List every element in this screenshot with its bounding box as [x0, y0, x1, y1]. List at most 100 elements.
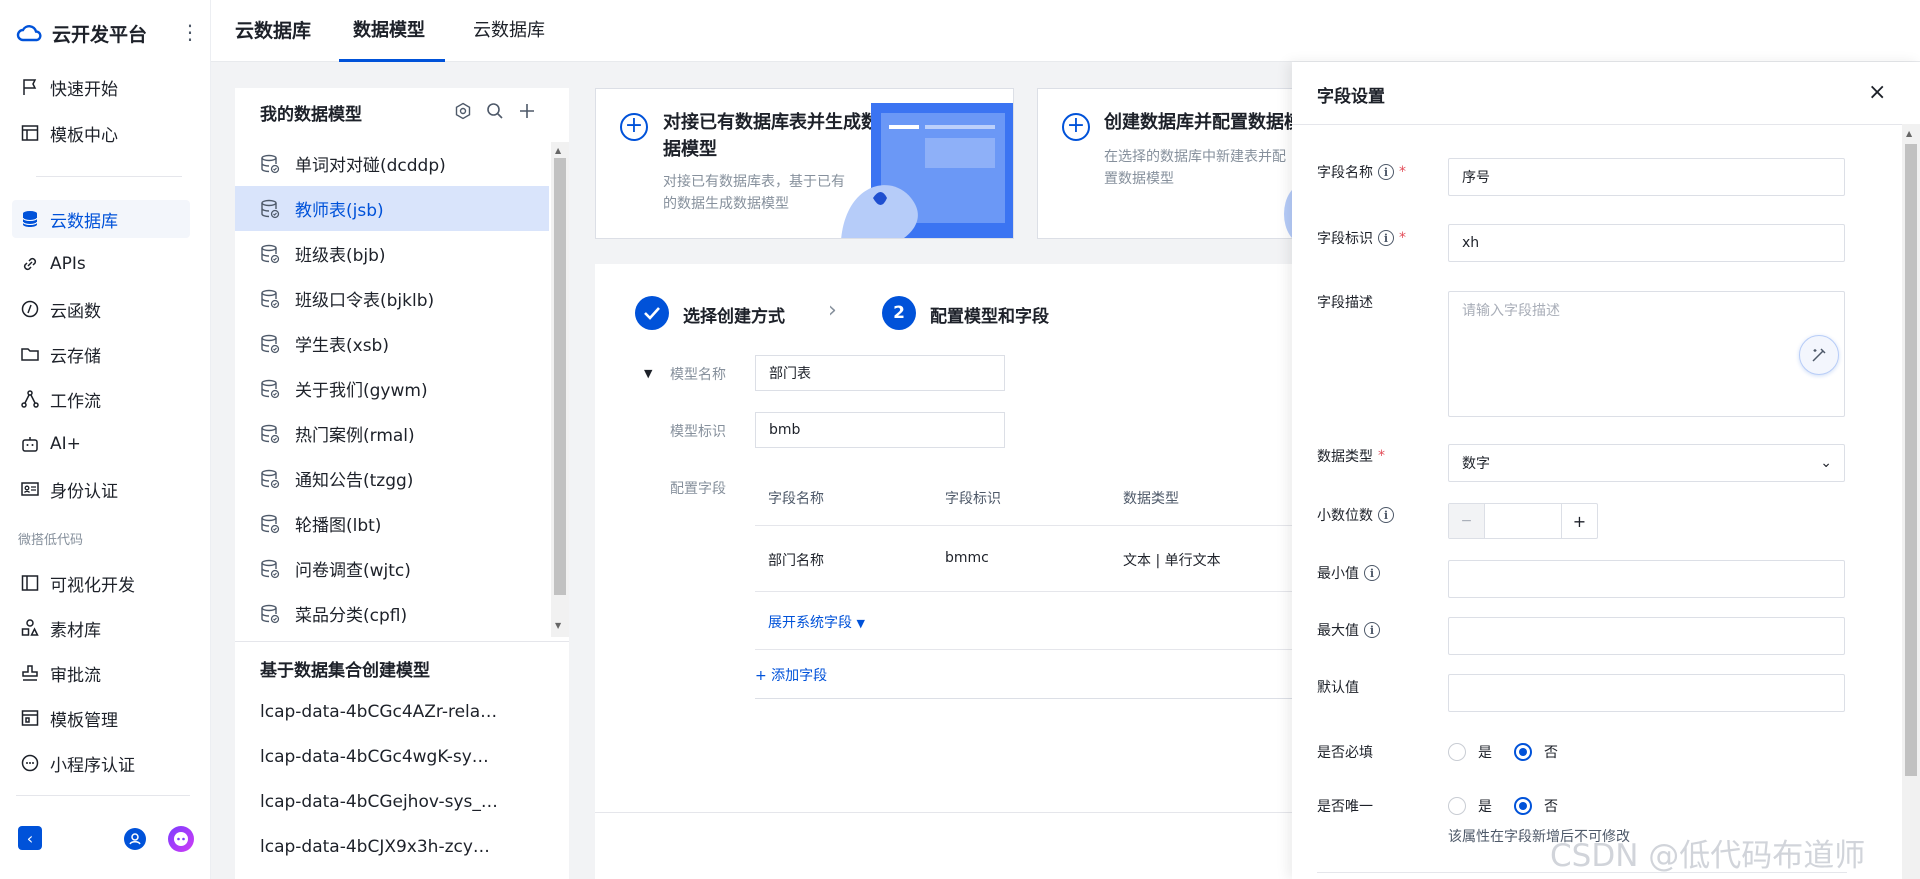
collection-item[interactable]: lcap-data-4bCGc4wgK-sy… — [260, 747, 489, 767]
model-list-item[interactable]: 教师表(jsb) — [235, 186, 549, 231]
default-input[interactable] — [1448, 674, 1845, 712]
step-2-label: 配置模型和字段 — [930, 307, 1049, 327]
sidebar-item-assets[interactable]: 素材库 — [12, 609, 190, 647]
model-list-item[interactable]: 学生表(xsb) — [235, 321, 549, 366]
caret-down-icon: ▼ — [856, 617, 865, 630]
sidebar-item-label: 审批流 — [50, 665, 101, 686]
tab-data-model[interactable]: 数据模型 — [353, 0, 425, 62]
scroll-down-icon[interactable]: ▼ — [555, 621, 561, 630]
sidebar-item-apis[interactable]: APIs — [12, 245, 190, 283]
scroll-thumb[interactable] — [1905, 144, 1917, 776]
model-list-item[interactable]: 轮播图(lbt) — [235, 501, 549, 546]
info-icon: i — [1364, 565, 1380, 581]
card-connect-existing[interactable]: + 对接已有数据库表并生成数 据模型 对接已有数据库表，基于已有 的数据生成数据模型 — [595, 88, 1014, 239]
add-model-icon[interactable] — [518, 102, 536, 124]
model-list-item[interactable]: 单词对对碰(dcddp) — [235, 141, 549, 186]
scroll-up-icon[interactable]: ▲ — [1906, 129, 1912, 138]
model-name-input[interactable]: 部门表 — [755, 355, 1005, 391]
decimals-plus-button[interactable]: + — [1561, 504, 1597, 538]
sidebar-item-ai[interactable]: AI+ — [12, 425, 190, 463]
settings-icon[interactable] — [454, 102, 472, 124]
fields-table-header: 字段名称 字段标识 数据类型 — [755, 464, 1295, 526]
sidebar-item-functions[interactable]: 云函数 — [12, 290, 190, 328]
decimals-input[interactable] — [1485, 504, 1561, 538]
unique-label: 是否唯一 — [1317, 799, 1373, 815]
data-model-icon — [259, 423, 281, 445]
info-icon: i — [1378, 230, 1394, 246]
max-input[interactable] — [1448, 617, 1845, 655]
card-create-database[interactable]: + 创建数据库并配置数据模 在选择的数据库中新建表并配 置数据模型 — [1037, 88, 1297, 239]
model-name-label: 模型名称 — [670, 367, 726, 383]
caret-down-icon[interactable]: ▼ — [644, 367, 652, 380]
sidebar-item-template-manage[interactable]: 模板管理 — [12, 699, 190, 737]
function-icon — [21, 300, 39, 318]
model-list-item[interactable]: 通知公告(tzgg) — [235, 456, 549, 501]
model-list-item[interactable]: 菜品分类(cpfl) — [235, 591, 549, 636]
sidebar-item-workflow[interactable]: 工作流 — [12, 380, 190, 418]
field-desc-textarea[interactable]: 请输入字段描述 — [1448, 291, 1845, 417]
template-manage-icon — [21, 710, 39, 726]
model-list-item[interactable]: 班级表(bjb) — [235, 231, 549, 276]
sidebar-item-label: 小程序认证 — [50, 755, 135, 776]
card-title: 创建数据库并配置数据模 — [1104, 112, 1297, 133]
expand-system-fields-link[interactable]: 展开系统字段 ▼ — [768, 612, 865, 632]
decimals-stepper[interactable]: − + — [1448, 503, 1598, 539]
assistant-icon[interactable] — [168, 826, 194, 852]
active-tab-indicator — [339, 59, 445, 62]
collection-item[interactable]: lcap-data-4bCGc4AZr-rela… — [260, 702, 497, 722]
model-list-item[interactable]: 班级口令表(bjklb) — [235, 276, 549, 321]
unique-no-radio[interactable]: 否 — [1514, 796, 1558, 816]
unique-yes-radio[interactable]: 是 — [1448, 796, 1492, 816]
more-vertical-icon[interactable]: ⋮ — [180, 20, 200, 44]
min-input[interactable] — [1448, 560, 1845, 598]
required-no-radio[interactable]: 否 — [1514, 742, 1558, 762]
data-model-icon — [259, 153, 281, 175]
scroll-up-icon[interactable]: ▲ — [555, 146, 561, 155]
data-model-icon — [259, 558, 281, 580]
sidebar-item-database[interactable]: 云数据库 — [12, 200, 190, 238]
sidebar-item-storage[interactable]: 云存储 — [12, 335, 190, 373]
ai-generate-button[interactable] — [1799, 335, 1839, 375]
model-id-input[interactable]: bmb — [755, 412, 1005, 448]
collection-item[interactable]: lcap-data-4bCJX9x3h-zcy… — [260, 837, 490, 857]
model-list-item[interactable]: 热门案例(rmal) — [235, 411, 549, 456]
required-yes-radio[interactable]: 是 — [1448, 742, 1492, 762]
table-row[interactable]: 部门名称 bmmc 文本 | 单行文本 — [755, 526, 1295, 592]
sidebar-item-quickstart[interactable]: 快速开始 — [12, 68, 190, 106]
data-model-icon — [259, 378, 281, 400]
folder-icon — [21, 348, 39, 361]
data-model-icon — [259, 333, 281, 355]
model-list-item[interactable]: 问卷调查(wjtc) — [235, 546, 549, 591]
card-desc: 在选择的数据库中新建表并配 置数据模型 — [1104, 149, 1286, 187]
close-icon[interactable]: × — [1868, 80, 1886, 105]
sidebar-item-auth[interactable]: 身份认证 — [12, 470, 190, 508]
collapse-sidebar-icon[interactable]: ‹ — [18, 826, 42, 850]
scroll-thumb[interactable] — [554, 158, 566, 595]
field-desc-label: 字段描述 — [1317, 295, 1373, 311]
data-type-select[interactable]: 数字 ⌄ — [1448, 444, 1845, 482]
add-circle-icon: + — [1062, 113, 1090, 141]
search-icon[interactable] — [486, 102, 504, 124]
decimals-minus-button[interactable]: − — [1449, 504, 1485, 538]
data-model-icon — [259, 513, 281, 535]
page-title: 云数据库 — [235, 20, 312, 42]
table-cell: bmmc — [945, 550, 989, 566]
model-list-item[interactable]: 关于我们(gywm) — [235, 366, 549, 411]
add-field-link[interactable]: + 添加字段 — [755, 665, 827, 685]
field-name-input[interactable]: 序号 — [1448, 158, 1845, 196]
user-icon[interactable] — [124, 828, 146, 850]
model-list-item-label: 学生表(xsb) — [295, 336, 389, 356]
field-id-input[interactable]: xh — [1448, 224, 1845, 262]
model-list-scrollbar[interactable]: ▲ ▼ — [551, 142, 569, 637]
sidebar-item-templates[interactable]: 模板中心 — [12, 114, 190, 152]
sidebar-item-visual-dev[interactable]: 可视化开发 — [12, 564, 190, 602]
tab-cloud-db[interactable]: 云数据库 — [473, 0, 545, 62]
table-cell: 部门名称 — [768, 553, 824, 569]
sidebar-item-label: 模板中心 — [50, 125, 118, 146]
drawer-scrollbar[interactable]: ▲ — [1902, 124, 1920, 879]
collection-item[interactable]: lcap-data-4bCGejhov-sys_… — [260, 792, 498, 812]
sidebar-item-miniprogram-auth[interactable]: 小程序认证 — [12, 744, 190, 782]
brand[interactable]: 云开发平台 — [16, 18, 147, 48]
sidebar-item-approval[interactable]: 审批流 — [12, 654, 190, 692]
add-circle-icon: + — [620, 113, 648, 141]
